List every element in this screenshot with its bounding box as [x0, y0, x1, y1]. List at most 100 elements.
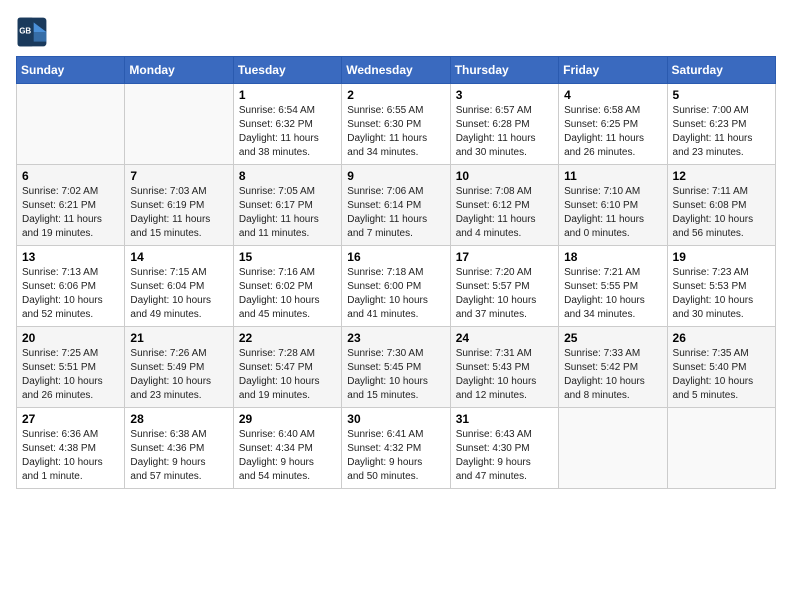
calendar-cell: 2Sunrise: 6:55 AM Sunset: 6:30 PM Daylig…: [342, 84, 450, 165]
day-number: 19: [673, 250, 770, 264]
calendar-header: SundayMondayTuesdayWednesdayThursdayFrid…: [17, 57, 776, 84]
day-info: Sunrise: 6:58 AM Sunset: 6:25 PM Dayligh…: [564, 104, 661, 160]
calendar-cell: 25 Sunrise: 7:33 AM Sunset: 5:42 PM Dayli…: [559, 327, 667, 408]
calendar-cell: [559, 408, 667, 489]
weekday-header-wednesday: Wednesday: [342, 57, 450, 84]
calendar-cell: 19 Sunrise: 7:23 AM Sunset: 5:53 PM Dayli…: [667, 246, 775, 327]
calendar-cell: 10 Sunrise: 7:08 AM Sunset: 6:12 PM Dayli…: [450, 165, 558, 246]
calendar-cell: 12 Sunrise: 7:11 AM Sunset: 6:08 PM Dayli…: [667, 165, 775, 246]
day-number: 27: [22, 412, 119, 426]
calendar-week-4: 20 Sunrise: 7:25 AM Sunset: 5:51 PM Dayli…: [17, 327, 776, 408]
day-info: Sunrise: 6:38 AM Sunset: 4:36 PM Dayligh…: [130, 428, 227, 484]
calendar-cell: [17, 84, 125, 165]
calendar-cell: 23 Sunrise: 7:30 AM Sunset: 5:45 PM Dayli…: [342, 327, 450, 408]
calendar-cell: 29Sunrise: 6:40 AM Sunset: 4:34 PM Dayli…: [233, 408, 341, 489]
day-number: 22: [239, 331, 336, 345]
day-number: 28: [130, 412, 227, 426]
calendar-cell: [125, 84, 233, 165]
calendar-cell: 9 Sunrise: 7:06 AM Sunset: 6:14 PM Daylig…: [342, 165, 450, 246]
calendar-cell: 13Sunrise: 7:13 AM Sunset: 6:06 PM Dayli…: [17, 246, 125, 327]
day-info: Sunrise: 6:36 AM Sunset: 4:38 PM Dayligh…: [22, 428, 119, 484]
calendar-cell: 16 Sunrise: 7:18 AM Sunset: 6:00 PM Dayli…: [342, 246, 450, 327]
day-number: 1: [239, 88, 336, 102]
day-info: Sunrise: 7:30 AM Sunset: 5:45 PM Dayligh…: [347, 347, 444, 403]
day-number: 21: [130, 331, 227, 345]
calendar-cell: 14 Sunrise: 7:15 AM Sunset: 6:04 PM Dayli…: [125, 246, 233, 327]
day-info: Sunrise: 7:08 AM Sunset: 6:12 PM Dayligh…: [456, 185, 553, 241]
day-info: Sunrise: 7:28 AM Sunset: 5:47 PM Dayligh…: [239, 347, 336, 403]
weekday-header-sunday: Sunday: [17, 57, 125, 84]
day-info: Sunrise: 7:20 AM Sunset: 5:57 PM Dayligh…: [456, 266, 553, 322]
day-info: Sunrise: 7:31 AM Sunset: 5:43 PM Dayligh…: [456, 347, 553, 403]
weekday-row: SundayMondayTuesdayWednesdayThursdayFrid…: [17, 57, 776, 84]
page-header: GB: [16, 16, 776, 48]
calendar-cell: 26 Sunrise: 7:35 AM Sunset: 5:40 PM Dayli…: [667, 327, 775, 408]
day-info: Sunrise: 7:21 AM Sunset: 5:55 PM Dayligh…: [564, 266, 661, 322]
day-number: 10: [456, 169, 553, 183]
calendar-body: 1 Sunrise: 6:54 AM Sunset: 6:32 PM Daylig…: [17, 84, 776, 489]
svg-text:GB: GB: [19, 27, 31, 36]
day-number: 26: [673, 331, 770, 345]
day-info: Sunrise: 7:11 AM Sunset: 6:08 PM Dayligh…: [673, 185, 770, 241]
calendar-cell: 28 Sunrise: 6:38 AM Sunset: 4:36 PM Dayli…: [125, 408, 233, 489]
day-info: Sunrise: 6:57 AM Sunset: 6:28 PM Dayligh…: [456, 104, 553, 160]
calendar-cell: 7Sunrise: 7:03 AM Sunset: 6:19 PM Daylig…: [125, 165, 233, 246]
day-info: Sunrise: 7:33 AM Sunset: 5:42 PM Dayligh…: [564, 347, 661, 403]
day-number: 17: [456, 250, 553, 264]
day-info: Sunrise: 7:10 AM Sunset: 6:10 PM Dayligh…: [564, 185, 661, 241]
day-info: Sunrise: 6:43 AM Sunset: 4:30 PM Dayligh…: [456, 428, 553, 484]
day-number: 6: [22, 169, 119, 183]
day-info: Sunrise: 6:55 AM Sunset: 6:30 PM Dayligh…: [347, 104, 444, 160]
day-info: Sunrise: 7:03 AM Sunset: 6:19 PM Dayligh…: [130, 185, 227, 241]
day-number: 20: [22, 331, 119, 345]
day-info: Sunrise: 7:25 AM Sunset: 5:51 PM Dayligh…: [22, 347, 119, 403]
day-number: 15: [239, 250, 336, 264]
day-number: 11: [564, 169, 661, 183]
day-info: Sunrise: 7:06 AM Sunset: 6:14 PM Dayligh…: [347, 185, 444, 241]
calendar-week-1: 1 Sunrise: 6:54 AM Sunset: 6:32 PM Daylig…: [17, 84, 776, 165]
day-number: 3: [456, 88, 553, 102]
calendar-cell: 1 Sunrise: 6:54 AM Sunset: 6:32 PM Daylig…: [233, 84, 341, 165]
day-info: Sunrise: 7:18 AM Sunset: 6:00 PM Dayligh…: [347, 266, 444, 322]
calendar-cell: 18 Sunrise: 7:21 AM Sunset: 5:55 PM Dayli…: [559, 246, 667, 327]
day-number: 29: [239, 412, 336, 426]
day-info: Sunrise: 7:23 AM Sunset: 5:53 PM Dayligh…: [673, 266, 770, 322]
day-info: Sunrise: 7:15 AM Sunset: 6:04 PM Dayligh…: [130, 266, 227, 322]
weekday-header-monday: Monday: [125, 57, 233, 84]
day-number: 4: [564, 88, 661, 102]
calendar-cell: 15Sunrise: 7:16 AM Sunset: 6:02 PM Dayli…: [233, 246, 341, 327]
calendar-cell: 30Sunrise: 6:41 AM Sunset: 4:32 PM Dayli…: [342, 408, 450, 489]
calendar-cell: 27 Sunrise: 6:36 AM Sunset: 4:38 PM Dayli…: [17, 408, 125, 489]
day-number: 31: [456, 412, 553, 426]
day-number: 16: [347, 250, 444, 264]
calendar-cell: 17 Sunrise: 7:20 AM Sunset: 5:57 PM Dayli…: [450, 246, 558, 327]
day-number: 25: [564, 331, 661, 345]
weekday-header-tuesday: Tuesday: [233, 57, 341, 84]
calendar-week-3: 13Sunrise: 7:13 AM Sunset: 6:06 PM Dayli…: [17, 246, 776, 327]
day-info: Sunrise: 7:35 AM Sunset: 5:40 PM Dayligh…: [673, 347, 770, 403]
calendar-cell: 20 Sunrise: 7:25 AM Sunset: 5:51 PM Dayli…: [17, 327, 125, 408]
day-number: 12: [673, 169, 770, 183]
day-number: 8: [239, 169, 336, 183]
day-number: 18: [564, 250, 661, 264]
day-number: 9: [347, 169, 444, 183]
weekday-header-friday: Friday: [559, 57, 667, 84]
day-info: Sunrise: 6:54 AM Sunset: 6:32 PM Dayligh…: [239, 104, 336, 160]
day-number: 13: [22, 250, 119, 264]
calendar-table: SundayMondayTuesdayWednesdayThursdayFrid…: [16, 56, 776, 489]
calendar-cell: 11 Sunrise: 7:10 AM Sunset: 6:10 PM Dayli…: [559, 165, 667, 246]
weekday-header-saturday: Saturday: [667, 57, 775, 84]
calendar-cell: [667, 408, 775, 489]
day-info: Sunrise: 7:00 AM Sunset: 6:23 PM Dayligh…: [673, 104, 770, 160]
calendar-cell: 21Sunrise: 7:26 AM Sunset: 5:49 PM Dayli…: [125, 327, 233, 408]
calendar-week-5: 27 Sunrise: 6:36 AM Sunset: 4:38 PM Dayli…: [17, 408, 776, 489]
calendar-cell: 3 Sunrise: 6:57 AM Sunset: 6:28 PM Daylig…: [450, 84, 558, 165]
calendar-cell: 4 Sunrise: 6:58 AM Sunset: 6:25 PM Daylig…: [559, 84, 667, 165]
calendar-cell: 24Sunrise: 7:31 AM Sunset: 5:43 PM Dayli…: [450, 327, 558, 408]
calendar-cell: 22 Sunrise: 7:28 AM Sunset: 5:47 PM Dayli…: [233, 327, 341, 408]
calendar-cell: 8Sunrise: 7:05 AM Sunset: 6:17 PM Daylig…: [233, 165, 341, 246]
day-number: 14: [130, 250, 227, 264]
day-number: 23: [347, 331, 444, 345]
day-number: 30: [347, 412, 444, 426]
calendar-cell: 5Sunrise: 7:00 AM Sunset: 6:23 PM Daylig…: [667, 84, 775, 165]
